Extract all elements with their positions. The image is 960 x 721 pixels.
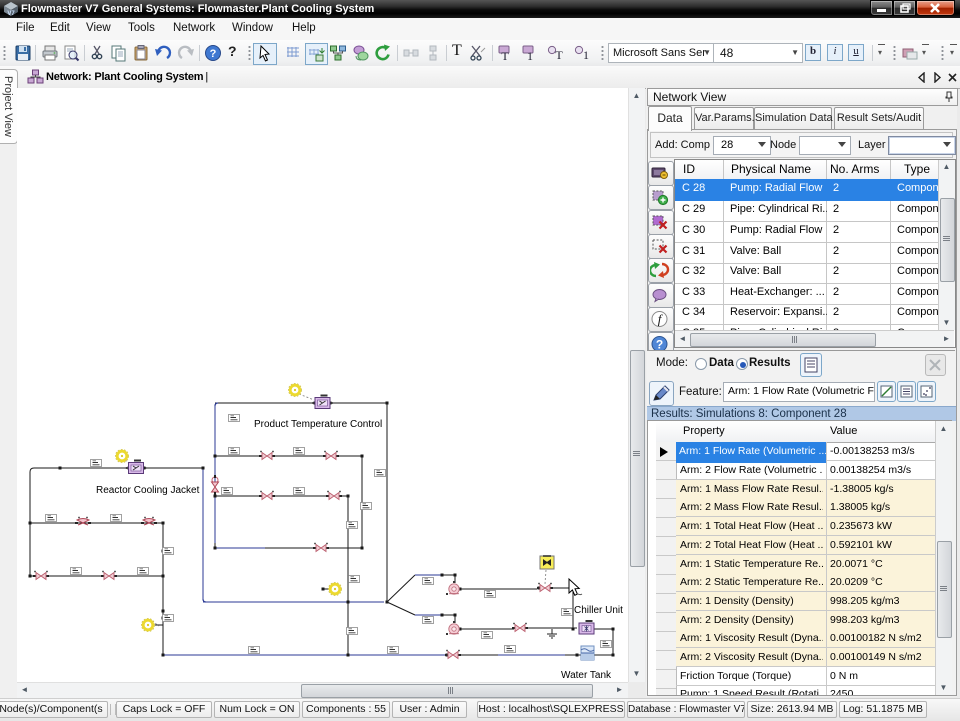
svg-text:1: 1 xyxy=(527,49,533,62)
svg-text:T: T xyxy=(501,49,509,62)
svg-text:?: ? xyxy=(210,48,217,60)
svg-text:Product Temperature Control: Product Temperature Control xyxy=(254,419,382,430)
svg-text:Chiller Unit: Chiller Unit xyxy=(574,605,623,616)
svg-text:1: 1 xyxy=(583,48,589,62)
svg-text:V7: V7 xyxy=(7,11,15,17)
svg-text:Water Tank: Water Tank xyxy=(561,670,612,681)
svg-text:Reactor Cooling Jacket: Reactor Cooling Jacket xyxy=(96,485,200,496)
svg-text:T: T xyxy=(555,48,563,62)
